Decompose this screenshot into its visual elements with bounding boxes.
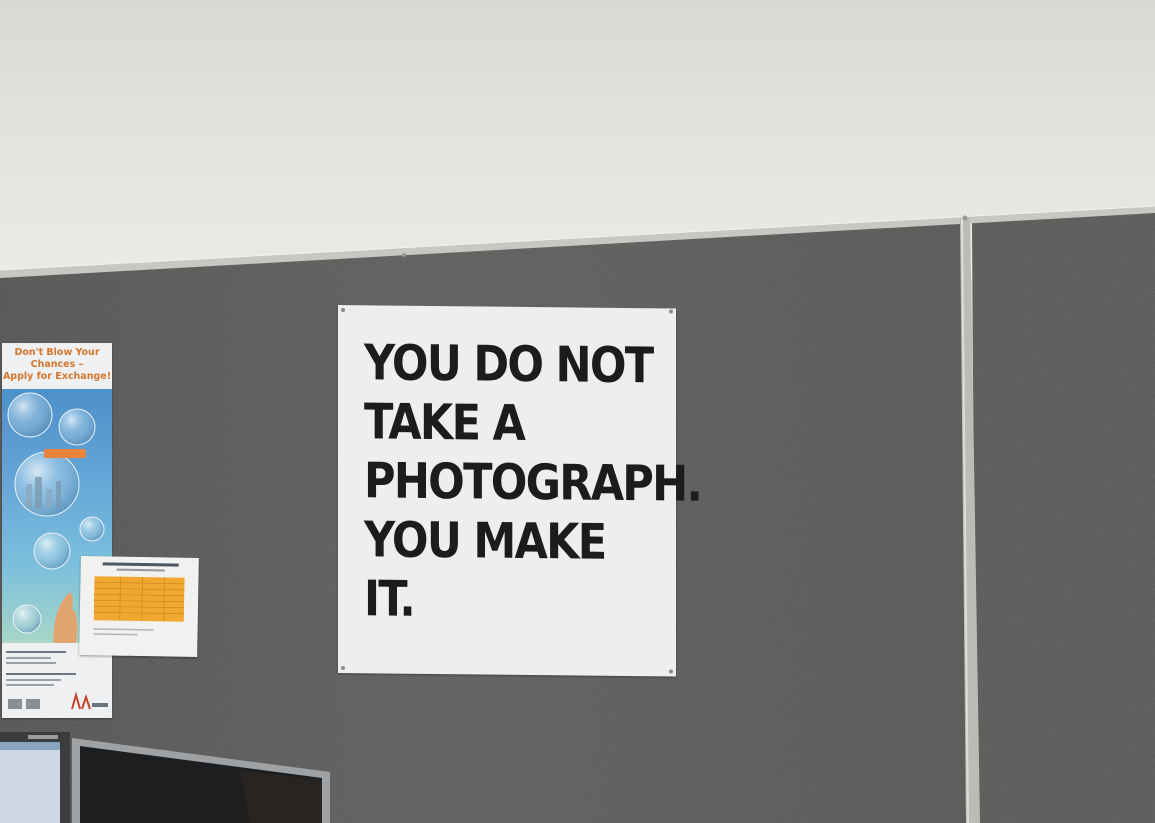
exchange-poster-headline: Don't Blow Your Chances – Apply for Exch… — [2, 347, 112, 383]
fine-print-line — [6, 657, 51, 659]
bubble — [58, 408, 96, 446]
quote-line: PHOTOGRAPH. — [364, 452, 702, 513]
university-logo-mark — [71, 691, 91, 710]
exchange-poster: Don't Blow Your Chances – Apply for Exch… — [2, 343, 112, 718]
exchange-headline-line: Apply for Exchange! — [2, 371, 112, 382]
fine-print-line — [6, 673, 76, 675]
computer-monitors — [0, 730, 340, 823]
fine-print-line — [93, 628, 154, 631]
bubble — [12, 604, 42, 634]
poster-tack — [341, 666, 345, 671]
exchange-headline-line: Don't Blow Your — [14, 347, 100, 358]
poster-tack — [341, 308, 345, 313]
left-monitor — [0, 732, 70, 823]
bubble — [33, 532, 71, 570]
city-skyline — [46, 489, 52, 508]
info-sessions-sheet — [79, 555, 199, 658]
quote-line: YOU DO NOT — [364, 334, 653, 395]
fine-print-line — [6, 684, 54, 686]
quote-line: TAKE A — [364, 393, 525, 452]
logo-mark — [26, 699, 40, 709]
poster-tack — [669, 309, 673, 314]
logo-mark — [8, 699, 22, 709]
fabric-panel-right-texture — [972, 210, 1155, 823]
info-sheet-content — [93, 562, 185, 636]
logo-mark — [92, 703, 108, 707]
fine-print-line — [93, 633, 138, 636]
quote-line: IT. — [364, 570, 415, 628]
quote-poster: YOU DO NOT TAKE A PHOTOGRAPH. YOU MAKE I… — [338, 305, 701, 677]
quote-text: YOU DO NOT TAKE A PHOTOGRAPH. YOU MAKE I… — [364, 333, 701, 632]
city-skyline — [35, 477, 42, 508]
photo-scene: Don't Blow Your Chances – Apply for Exch… — [0, 0, 1155, 823]
bubble — [7, 392, 53, 438]
hand-illustration — [53, 592, 78, 644]
exchange-headline-line: Chances – — [30, 359, 84, 370]
fine-print-line — [6, 679, 61, 681]
frame-screw — [962, 215, 968, 221]
right-monitor — [72, 738, 330, 823]
frame-screw — [402, 253, 406, 257]
fine-print-line — [6, 651, 66, 653]
monitors-graphic — [0, 732, 330, 823]
city-skyline — [26, 484, 32, 508]
sheet-heading-bar — [102, 562, 179, 567]
city-skyline — [56, 481, 61, 508]
fine-print-line — [6, 662, 56, 664]
poster-tack — [669, 669, 673, 674]
sheet-subheading-bar — [116, 568, 165, 572]
quote-line: YOU MAKE — [364, 511, 606, 571]
promo-label — [44, 449, 86, 458]
bubble — [79, 516, 105, 542]
